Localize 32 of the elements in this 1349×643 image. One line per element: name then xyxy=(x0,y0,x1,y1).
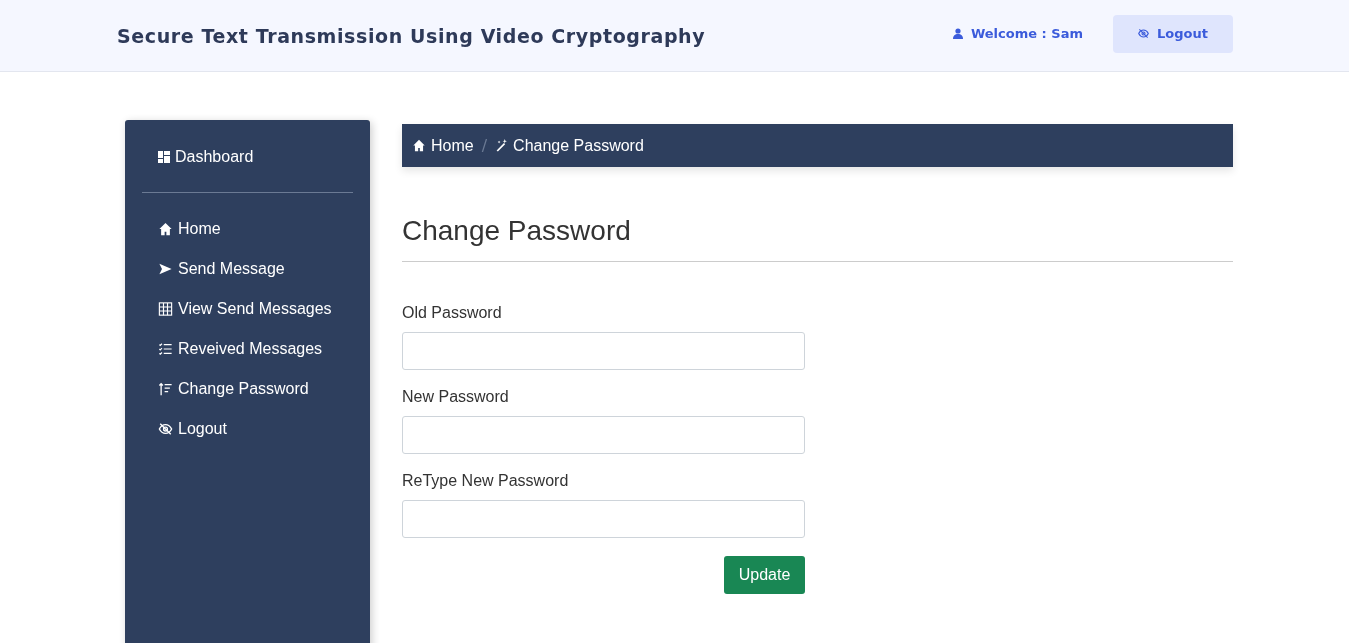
password-field[interactable] xyxy=(402,416,805,454)
eye-slash-icon xyxy=(1138,28,1150,39)
eye-slash-icon xyxy=(158,422,173,436)
update-button[interactable]: Update xyxy=(724,556,805,594)
sidebar-item[interactable]: Home xyxy=(142,209,353,249)
list-icon xyxy=(158,342,173,356)
sidebar-item[interactable]: Reveived Messages xyxy=(142,329,353,369)
field-label: New Password xyxy=(402,388,510,406)
user-icon xyxy=(952,28,963,39)
page-heading: Change Password xyxy=(402,215,632,247)
app-title: Secure Text Transmission Using Video Cryptography xyxy=(117,24,706,47)
sort-icon xyxy=(158,382,173,396)
field-label: ReType New Password xyxy=(402,472,570,490)
wand-icon xyxy=(495,139,509,152)
password-field[interactable] xyxy=(402,332,805,370)
breadcrumb-separator: / xyxy=(481,136,488,155)
sidebar-item[interactable]: Change Password xyxy=(142,369,353,409)
field-label: Old Password xyxy=(402,304,503,322)
breadcrumb-current: Change Password xyxy=(495,136,644,155)
logout-button[interactable]: Logout xyxy=(1113,14,1233,53)
sidebar-item[interactable]: View Send Messages xyxy=(142,289,353,329)
welcome-link[interactable]: Welcome : Sam xyxy=(952,26,1083,41)
sidebar-item[interactable]: Send Message xyxy=(142,249,353,289)
home-icon xyxy=(158,222,173,236)
send-icon xyxy=(158,262,173,276)
breadcrumb-link[interactable]: Home xyxy=(412,136,474,155)
sidebar-item[interactable]: Dashboard xyxy=(142,145,353,169)
sidebar-item[interactable]: Logout xyxy=(142,409,353,449)
dashboard-icon xyxy=(158,151,170,163)
grid-icon xyxy=(158,302,173,316)
home-icon xyxy=(412,139,426,152)
password-field[interactable] xyxy=(402,500,805,538)
